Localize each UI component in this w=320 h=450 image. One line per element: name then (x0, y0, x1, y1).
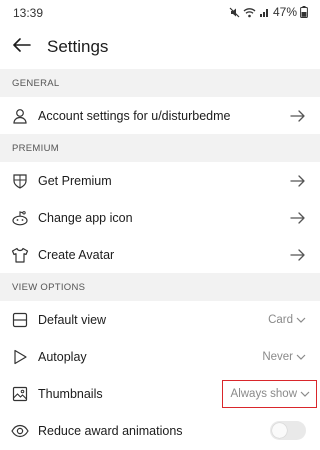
page-title: Settings (47, 37, 109, 56)
thumbnails-label: Thumbnails (38, 386, 103, 401)
thumbnails-row[interactable]: Thumbnails Always show (0, 375, 320, 412)
play-icon (11, 348, 29, 366)
eye-icon (11, 422, 29, 440)
change-app-icon-label: Change app icon (38, 210, 133, 225)
battery-icon (300, 6, 308, 18)
back-arrow-icon (13, 37, 31, 57)
default-view-label: Default view (38, 312, 107, 327)
autoplay-value: Never (262, 350, 293, 363)
card-view-icon (11, 311, 29, 329)
create-avatar-row[interactable]: Create Avatar (0, 236, 320, 273)
section-header-premium: PREMIUM (0, 134, 320, 162)
default-view-value: Card (268, 313, 293, 326)
arrow-right-icon (288, 173, 308, 189)
account-settings-label: Account settings for u/disturbedme (38, 108, 231, 123)
toggle-knob (272, 423, 287, 438)
section-header-general: GENERAL (0, 69, 320, 97)
person-icon (11, 107, 29, 125)
reduce-award-animations-toggle[interactable] (270, 421, 306, 440)
autoplay-label: Autoplay (38, 349, 87, 364)
account-settings-row[interactable]: Account settings for u/disturbedme (0, 97, 320, 134)
status-bar: 13:39 47% (0, 0, 320, 26)
get-premium-label: Get Premium (38, 173, 112, 188)
change-app-icon-row[interactable]: Change app icon (0, 199, 320, 236)
arrow-right-icon (288, 247, 308, 263)
alien-icon (11, 209, 29, 227)
thumbnails-dropdown[interactable]: Always show (221, 379, 317, 408)
wifi-icon (243, 7, 256, 18)
shirt-icon (11, 246, 29, 264)
chevron-down-icon (300, 388, 310, 400)
autoplay-row[interactable]: Autoplay Never (0, 338, 320, 375)
autoplay-dropdown[interactable]: Never (262, 351, 306, 363)
signal-icon (259, 7, 270, 18)
reduce-award-animations-row[interactable]: Reduce award animations (0, 412, 320, 449)
battery-percent: 47% (272, 5, 297, 19)
shield-icon (11, 172, 29, 190)
get-premium-row[interactable]: Get Premium (0, 162, 320, 199)
default-view-row[interactable]: Default view Card (0, 301, 320, 338)
chevron-down-icon (296, 351, 306, 363)
create-avatar-label: Create Avatar (38, 247, 115, 262)
arrow-right-icon (288, 210, 308, 226)
thumbnails-value: Always show (230, 387, 297, 400)
reduce-award-animations-label: Reduce award animations (38, 423, 183, 438)
back-button[interactable] (0, 26, 44, 68)
app-header: Settings (0, 26, 320, 68)
image-icon (11, 385, 29, 403)
status-time: 13:39 (13, 6, 44, 20)
default-view-dropdown[interactable]: Card (268, 314, 306, 326)
chevron-down-icon (296, 314, 306, 326)
status-icons: 47% (229, 5, 308, 19)
mute-icon (229, 7, 240, 18)
arrow-right-icon (288, 108, 308, 124)
section-header-view-options: VIEW OPTIONS (0, 273, 320, 301)
